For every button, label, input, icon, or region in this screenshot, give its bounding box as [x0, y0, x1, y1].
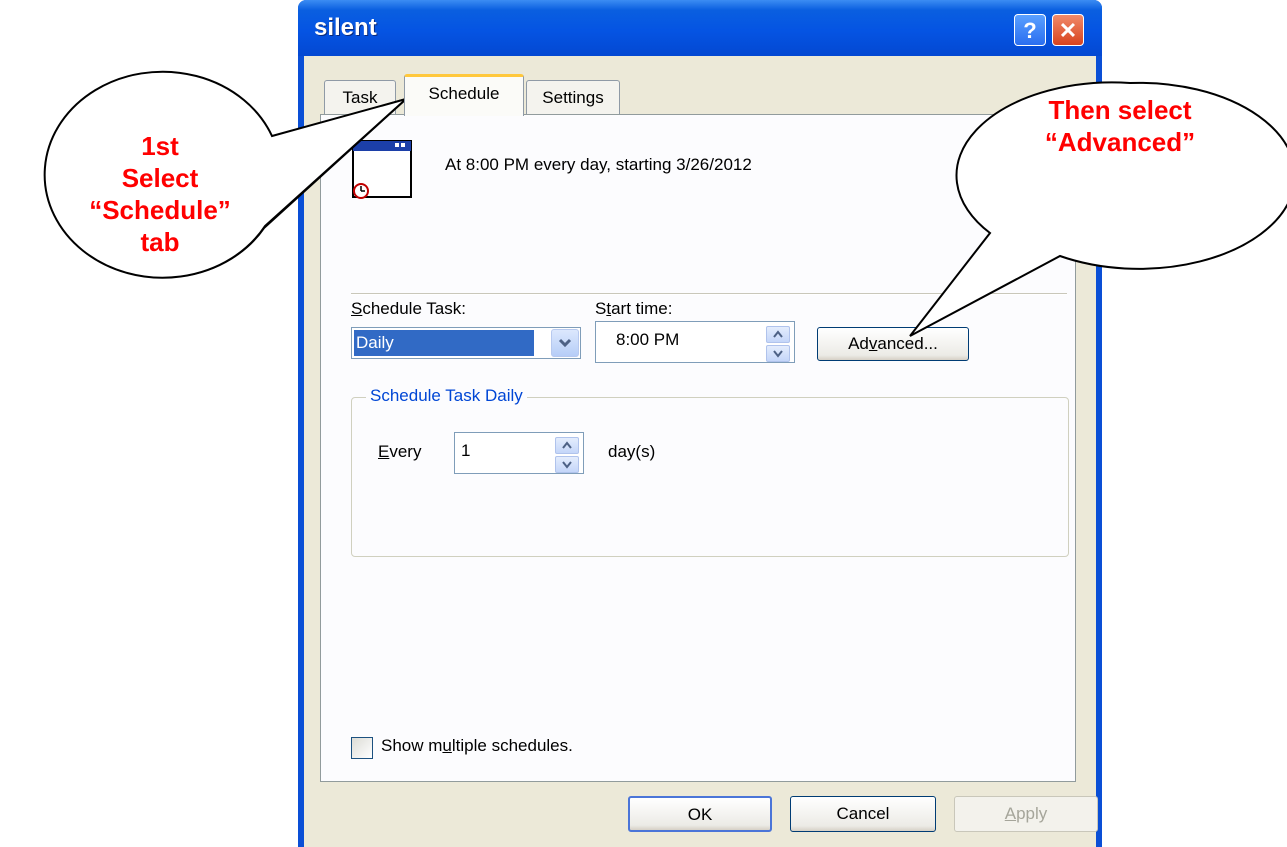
callout-left-line-3: “Schedule” [89, 195, 231, 225]
tab-schedule[interactable]: Schedule [404, 74, 524, 116]
callout-right-line-2: “Advanced” [1044, 127, 1196, 157]
callout-right-line-1: Then select [1048, 95, 1192, 125]
callout-left-text: 1st Select “Schedule” tab [60, 130, 260, 258]
callout-right-text: Then select “Advanced” [990, 94, 1250, 158]
callout-left-line-2: Select [121, 163, 199, 193]
callout-left-line-4: tab [140, 227, 180, 257]
callout-left-line-1: 1st [141, 131, 179, 161]
